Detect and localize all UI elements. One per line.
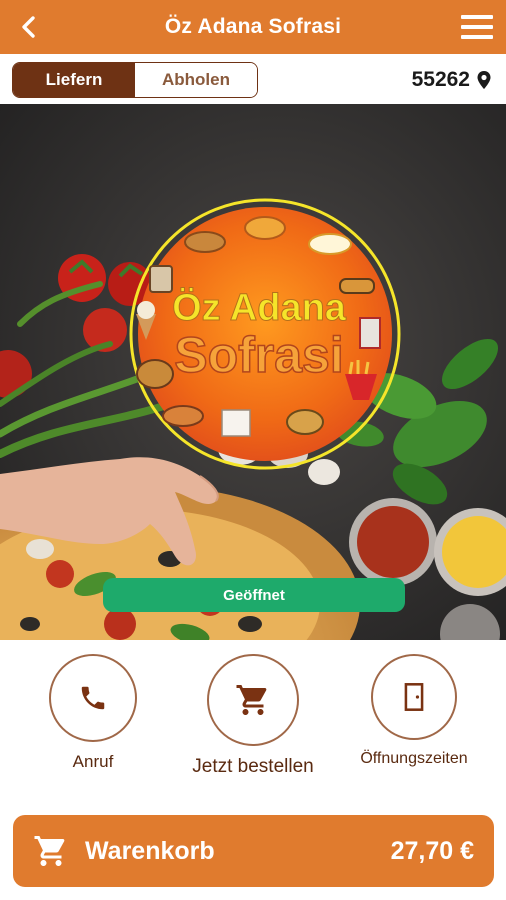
menu-button[interactable] [458,9,496,45]
back-button[interactable] [10,8,48,46]
opening-hours-action[interactable]: Öffnungszeiten [354,654,474,768]
restaurant-banner-image: Öz Adana Sofrasi [0,104,506,640]
order-mode-bar: Liefern Abholen 55262 [0,54,506,104]
open-status-badge[interactable]: Geöffnet [103,578,405,612]
order-action[interactable]: Jetzt bestellen [183,654,323,778]
hero-image: Öz Adana Sofrasi [0,104,506,640]
order-now-button[interactable] [207,654,299,746]
pickup-tab[interactable]: Abholen [135,63,257,97]
cart-bar[interactable]: Warenkorb 27,70 € [13,815,494,887]
call-button[interactable] [49,654,137,742]
logo-text-line2: Sofrasi [174,327,344,383]
postal-code: 55262 [411,68,470,91]
phone-icon [81,686,105,710]
map-pin-icon [477,71,491,89]
app-title: Öz Adana Sofrasi [164,15,342,38]
door-icon [404,683,424,711]
call-action[interactable]: Anruf [48,654,138,772]
logo-text-line1: Öz Adana [172,286,347,329]
app-bar: Öz Adana Sofrasi [0,0,506,54]
delivery-tab[interactable]: Liefern [13,63,135,97]
postal-code-selector[interactable]: 55262 [412,64,492,96]
chevron-left-icon [22,16,35,38]
cart-label: Warenkorb [85,837,215,865]
shopping-cart-icon [236,685,267,715]
hamburger-menu-icon [461,15,493,19]
opening-hours-label: Öffnungszeiten [360,750,468,767]
opening-hours-button[interactable] [371,654,457,740]
call-label: Anruf [72,752,114,771]
order-mode-toggle: Liefern Abholen [12,62,258,98]
shopping-cart-icon [34,836,65,866]
quick-actions: Anruf Jetzt bestellen Öffnungszeiten [0,640,506,810]
cart-total: 27,70 € [390,837,474,865]
order-now-label: Jetzt bestellen [192,756,314,777]
